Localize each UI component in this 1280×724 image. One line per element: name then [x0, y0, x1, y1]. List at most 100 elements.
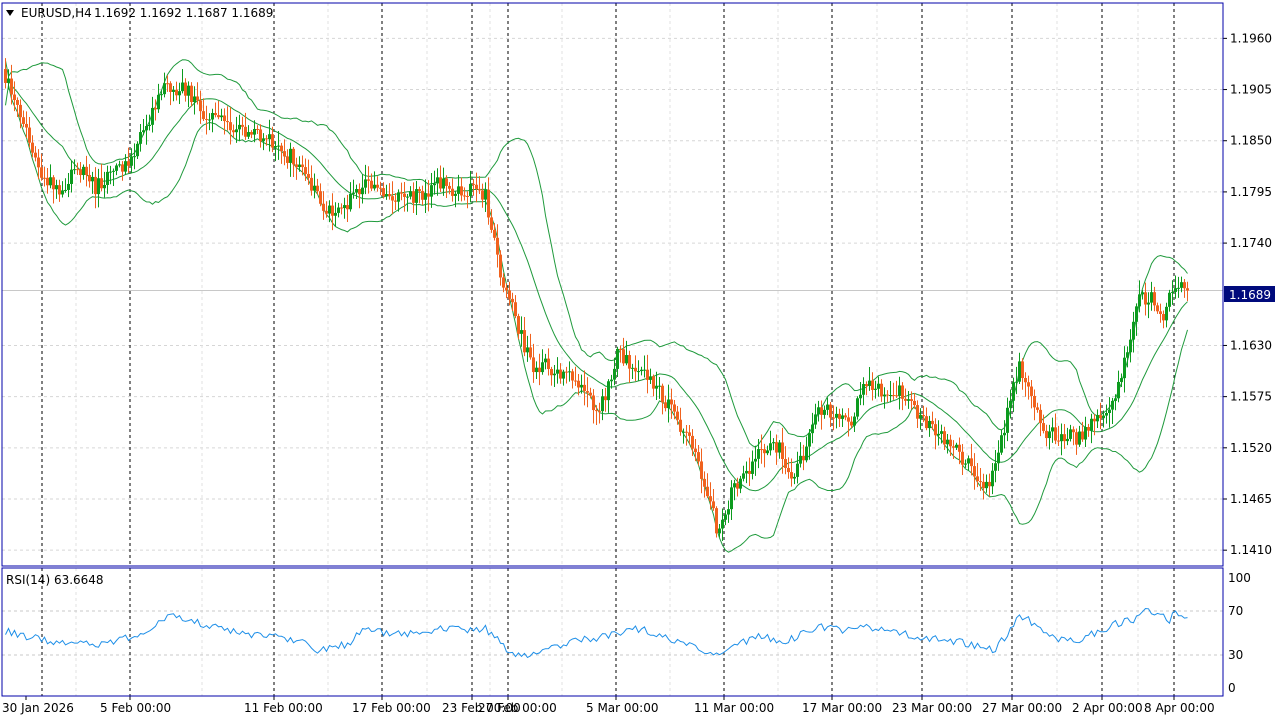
candle-body: [55, 185, 58, 190]
candle-body: [496, 237, 499, 255]
candle-body: [589, 392, 592, 396]
candle-body: [1069, 429, 1072, 439]
candle-body: [856, 398, 859, 417]
candle-body: [343, 205, 346, 209]
candle-body: [940, 431, 943, 434]
candle-body: [514, 302, 517, 317]
candle-body: [694, 448, 697, 453]
candle-body: [778, 442, 781, 453]
candle-body: [142, 130, 145, 133]
candle-body: [457, 186, 460, 194]
candle-body: [49, 177, 52, 186]
candle-body: [19, 104, 22, 118]
candle-body: [157, 94, 160, 110]
candle-body: [820, 407, 823, 415]
candle-body: [928, 420, 931, 429]
candle-body: [307, 173, 310, 178]
candle-body: [934, 424, 937, 436]
candle-body: [265, 138, 268, 140]
candle-body: [739, 478, 742, 489]
candle-body: [601, 396, 604, 412]
candle-body: [31, 142, 34, 153]
candle-body: [859, 394, 862, 399]
candle-body: [493, 229, 496, 238]
time-tick-label: 17 Feb 00:00: [352, 701, 431, 715]
candle-body: [268, 134, 271, 140]
candle-body: [523, 330, 526, 353]
price-tick-label: 1.1795: [1230, 185, 1272, 199]
axes-layer: 1.1960 1.1905 1.1850 1.1795 1.1740 1.1630 1.15…: [2, 31, 1272, 715]
candle-body: [439, 177, 442, 189]
time-tick-label: 27 Mar 00:00: [982, 701, 1062, 715]
candle-body: [409, 191, 412, 197]
candle-body: [781, 442, 784, 460]
candle-body: [193, 96, 196, 103]
candle-body: [262, 138, 265, 142]
candle-body: [742, 473, 745, 479]
candle-body: [304, 167, 307, 174]
bollinger-bands: [5, 59, 1188, 553]
candle-body: [184, 82, 187, 96]
candle-body: [646, 369, 649, 380]
time-tick-label: 30 Jan 2026: [2, 701, 74, 715]
candle-body: [1066, 438, 1069, 442]
candle-body: [772, 442, 775, 444]
candle-body: [661, 385, 664, 403]
candle-body: [22, 117, 25, 124]
candle-body: [94, 176, 97, 195]
candle-body: [427, 193, 430, 197]
candle-body: [808, 433, 811, 447]
time-tick-label: 5 Feb 00:00: [100, 701, 171, 715]
candle-body: [346, 205, 349, 210]
candle-body: [334, 212, 337, 216]
candle-body: [733, 483, 736, 488]
candle-body: [604, 396, 607, 401]
candle-body: [1177, 287, 1180, 289]
candle-body: [463, 195, 466, 197]
candle-body: [451, 188, 454, 196]
candle-body: [349, 193, 352, 210]
candle-body: [52, 177, 55, 190]
candle-body: [994, 463, 997, 471]
candle-body: [106, 171, 109, 185]
candle-body: [946, 439, 949, 445]
candle-body: [163, 83, 166, 95]
time-tick-label: 11 Mar 00:00: [694, 701, 774, 715]
candle-body: [37, 157, 40, 168]
time-tick-label: 2 Apr 00:00: [1072, 701, 1143, 715]
candle-body: [925, 416, 928, 429]
candle-body: [376, 184, 379, 188]
candle-body: [952, 446, 955, 448]
candle-body: [1060, 434, 1063, 442]
candle-body: [1054, 427, 1057, 441]
candle-body: [103, 184, 106, 189]
candle-body: [355, 189, 358, 193]
candle-body: [754, 458, 757, 462]
candle-body: [544, 358, 547, 363]
candle-body: [325, 210, 328, 214]
candle-body: [472, 183, 475, 185]
candle-body: [790, 472, 793, 479]
candle-body: [424, 193, 427, 200]
candle-body: [1018, 361, 1021, 382]
candle-body: [1084, 427, 1087, 440]
candle-body: [1012, 382, 1015, 401]
candle-body: [787, 467, 790, 473]
candle-body: [643, 369, 646, 371]
candle-body: [1042, 423, 1045, 431]
candle-body: [244, 126, 247, 137]
candle-body: [916, 405, 919, 419]
candle-body: [1063, 434, 1066, 442]
chart-menu-triangle-icon[interactable]: [6, 10, 14, 16]
candle-body: [214, 112, 217, 116]
candle-body: [1081, 431, 1084, 440]
candle-body: [829, 404, 832, 418]
candle-body: [853, 416, 856, 426]
candle-body: [340, 207, 343, 209]
rsi-line: [5, 607, 1188, 659]
candle-body: [907, 399, 910, 401]
candle-body: [529, 347, 532, 358]
candle-body: [256, 128, 259, 130]
candle-body: [337, 207, 340, 213]
candle-body: [979, 481, 982, 483]
